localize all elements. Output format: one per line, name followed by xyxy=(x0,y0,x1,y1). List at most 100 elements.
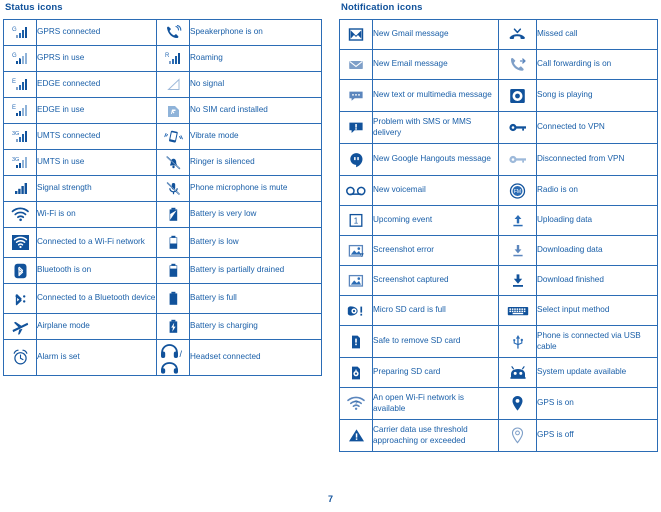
notification-label: Screenshot error xyxy=(372,235,499,266)
headset-icon: / xyxy=(156,339,190,376)
call-forwarding-icon xyxy=(498,49,537,80)
notification-label: Download finished xyxy=(536,265,658,296)
table-row: Wi-Fi is on Battery is very low xyxy=(3,201,322,228)
umts-connected-icon: 3G xyxy=(3,123,37,150)
sms-problem-icon xyxy=(339,111,373,144)
table-row: Safe to remove SD card Phone is connecte… xyxy=(339,325,658,358)
notification-label: Missed call xyxy=(536,19,658,50)
table-row: Connected to a Wi-Fi network Battery is … xyxy=(3,227,322,258)
open-wifi-icon: ? xyxy=(339,387,373,420)
system-update-icon xyxy=(498,357,537,388)
table-row: E EDGE in use No SIM card installed xyxy=(3,97,322,124)
table-row: ? An open Wi-Fi network is available GPS… xyxy=(339,387,658,420)
radio-on-icon: FM xyxy=(498,175,537,206)
downloading-icon xyxy=(498,235,537,266)
table-row: New Google Hangouts message Disconnected… xyxy=(339,143,658,176)
status-label: Battery is charging xyxy=(189,313,322,340)
notification-label: Safe to remove SD card xyxy=(372,325,499,358)
notification-label: System update available xyxy=(536,357,658,388)
status-label: Headset connected xyxy=(189,339,322,376)
svg-text:E: E xyxy=(12,79,16,85)
status-label: Battery is low xyxy=(189,227,322,258)
status-label: Connected to a Bluetooth device xyxy=(36,283,157,314)
screenshot-error-icon xyxy=(339,235,373,266)
hangouts-icon xyxy=(339,143,373,176)
notification-icons-title: Notification icons xyxy=(341,2,423,13)
status-label: Roaming xyxy=(189,45,322,72)
battery-partial-icon xyxy=(156,257,190,284)
manual-page: Status icons G GPRS connected Speakerpho… xyxy=(0,0,661,512)
microphone-mute-icon xyxy=(156,175,190,202)
edge-connected-icon: E xyxy=(3,71,37,98)
gps-off-icon xyxy=(498,419,537,452)
download-finished-icon xyxy=(498,265,537,296)
umts-in-use-icon: 3G xyxy=(3,149,37,176)
bluetooth-on-icon xyxy=(3,257,37,284)
upcoming-event-icon: 1 xyxy=(339,205,373,236)
table-row: Connected to a Bluetooth device Battery … xyxy=(3,283,322,314)
gprs-connected-icon: G xyxy=(3,19,37,46)
email-icon xyxy=(339,49,373,80)
table-row: Micro SD card is full Select input metho… xyxy=(339,295,658,326)
notification-label: Phone is connected via USB cable xyxy=(536,325,658,358)
battery-low-icon xyxy=(156,227,190,258)
notification-label: Uploading data xyxy=(536,205,658,236)
vibrate-mode-icon xyxy=(156,123,190,150)
notification-label: Downloading data xyxy=(536,235,658,266)
uploading-icon xyxy=(498,205,537,236)
svg-text:E: E xyxy=(12,105,16,111)
vpn-disconnected-icon xyxy=(498,143,537,176)
status-label: Airplane mode xyxy=(36,313,157,340)
table-row: New voicemail FM Radio is on xyxy=(339,175,658,206)
status-label: GPRS in use xyxy=(36,45,157,72)
wifi-connected-icon xyxy=(3,227,37,258)
notification-label: Connected to VPN xyxy=(536,111,658,144)
status-label: Bluetooth is on xyxy=(36,257,157,284)
status-label: EDGE connected xyxy=(36,71,157,98)
speakerphone-icon xyxy=(156,19,190,46)
missed-call-icon xyxy=(498,19,537,50)
svg-text:3G: 3G xyxy=(12,157,19,163)
gprs-in-use-icon: G xyxy=(3,45,37,72)
notification-label: An open Wi-Fi network is available xyxy=(372,387,499,420)
notification-label: Micro SD card is full xyxy=(372,295,499,326)
table-row: G GPRS in use R Roaming xyxy=(3,45,322,72)
sd-card-preparing-icon xyxy=(339,357,373,388)
status-label: Signal strength xyxy=(36,175,157,202)
status-label: EDGE in use xyxy=(36,97,157,124)
page-number: 7 xyxy=(327,494,333,504)
table-row: 3G UMTS in use Ringer is silenced xyxy=(3,149,322,176)
gmail-icon xyxy=(339,19,373,50)
usb-icon xyxy=(498,325,537,358)
status-label: No SIM card installed xyxy=(189,97,322,124)
table-row: 3G UMTS connected Vibrate mode xyxy=(3,123,322,150)
screenshot-captured-icon xyxy=(339,265,373,296)
music-playing-icon xyxy=(498,79,537,112)
svg-text:1: 1 xyxy=(354,217,359,226)
status-icons-column: Status icons G GPRS connected Speakerpho… xyxy=(3,0,322,376)
status-label: Ringer is silenced xyxy=(189,149,322,176)
table-row: New Gmail message Missed call xyxy=(339,19,658,50)
status-label: No signal xyxy=(189,71,322,98)
table-row: Screenshot captured Download finished xyxy=(339,265,658,296)
svg-text:?: ? xyxy=(354,400,358,407)
voicemail-icon xyxy=(339,175,373,206)
sd-card-safe-remove-icon xyxy=(339,325,373,358)
status-label: Vibrate mode xyxy=(189,123,322,150)
notification-label: Call forwarding is on xyxy=(536,49,658,80)
svg-text:G: G xyxy=(12,27,17,33)
notification-label: Select input method xyxy=(536,295,658,326)
svg-text:R: R xyxy=(165,53,170,59)
notification-label: GPS is off xyxy=(536,419,658,452)
notification-label: New Gmail message xyxy=(372,19,499,50)
svg-text:/: / xyxy=(180,349,183,359)
edge-in-use-icon: E xyxy=(3,97,37,124)
table-row: 1 Upcoming event Uploading data xyxy=(339,205,658,236)
svg-text:G: G xyxy=(12,53,17,59)
table-row: G GPRS connected Speakerphone is on xyxy=(3,19,322,46)
table-row: Preparing SD card System update availabl… xyxy=(339,357,658,388)
status-label: Alarm is set xyxy=(36,339,157,376)
status-label: Wi-Fi is on xyxy=(36,201,157,228)
table-row: Bluetooth is on Battery is partially dra… xyxy=(3,257,322,284)
notification-label: Radio is on xyxy=(536,175,658,206)
